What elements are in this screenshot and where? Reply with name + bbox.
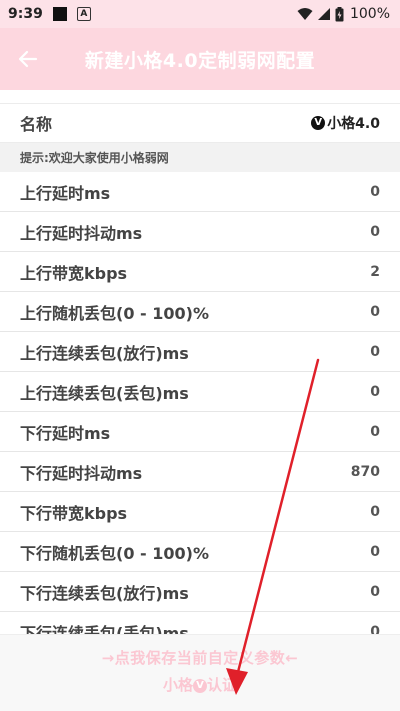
save-button[interactable]: →点我保存当前自定义参数← <box>0 647 400 668</box>
param-value: 0 <box>370 583 380 600</box>
footer: →点我保存当前自定义参数← 小格 V 认证 <box>0 634 400 711</box>
param-row-down-bandwidth[interactable]: 下行带宽kbps 0 <box>0 492 400 532</box>
app-notification-icon: A <box>76 7 91 21</box>
status-icons: 100% <box>297 6 390 22</box>
param-label: 下行连续丢包(放行)ms <box>20 583 189 603</box>
param-label: 下行延时ms <box>20 423 111 443</box>
param-row-up-random-loss[interactable]: 上行随机丢包(0 - 100)% 0 <box>0 292 400 332</box>
status-time: 9:39 <box>8 6 43 22</box>
notification-icon <box>52 7 67 21</box>
name-value: V 小格4.0 <box>311 113 380 133</box>
param-row-down-delay[interactable]: 下行延时ms 0 <box>0 412 400 452</box>
brand-prefix: 小格 <box>162 676 193 694</box>
brand-line: 小格 V 认证 <box>0 674 400 695</box>
param-value: 0 <box>370 343 380 360</box>
param-row-down-jitter[interactable]: 下行延时抖动ms 870 <box>0 452 400 492</box>
arrow-left-icon[interactable] <box>16 47 40 71</box>
hint-text: 提示:欢迎大家使用小格弱网 <box>20 151 169 165</box>
name-value-text: 小格4.0 <box>327 116 380 132</box>
battery-icon <box>335 6 344 21</box>
param-row-up-burst-pass[interactable]: 上行连续丢包(放行)ms 0 <box>0 332 400 372</box>
param-label: 上行延时抖动ms <box>20 223 143 243</box>
param-row-up-burst-drop[interactable]: 上行连续丢包(丢包)ms 0 <box>0 372 400 412</box>
param-value: 0 <box>370 383 380 400</box>
name-row[interactable]: 名称 V 小格4.0 <box>0 103 400 143</box>
name-label: 名称 <box>20 115 53 134</box>
param-row-up-jitter[interactable]: 上行延时抖动ms 0 <box>0 212 400 252</box>
signal-icon <box>317 8 330 20</box>
param-value: 0 <box>370 183 380 200</box>
param-label: 上行延时ms <box>20 183 111 203</box>
param-value: 2 <box>370 263 380 280</box>
param-row-up-delay[interactable]: 上行延时ms 0 <box>0 172 400 212</box>
status-bar: 9:39 A 100% <box>0 0 400 28</box>
param-row-down-random-loss[interactable]: 下行随机丢包(0 - 100)% 0 <box>0 532 400 572</box>
param-row-down-burst-pass[interactable]: 下行连续丢包(放行)ms 0 <box>0 572 400 612</box>
verified-v-icon: V <box>193 678 207 693</box>
hint-row: 提示:欢迎大家使用小格弱网 <box>0 143 400 172</box>
battery-percent: 100% <box>349 6 390 22</box>
app-bar: 新建小格4.0定制弱网配置 <box>0 28 400 90</box>
param-label: 下行随机丢包(0 - 100)% <box>20 543 209 563</box>
param-label: 上行连续丢包(放行)ms <box>20 343 189 363</box>
param-label: 上行连续丢包(丢包)ms <box>20 383 189 403</box>
verified-v-icon: V <box>311 116 326 130</box>
brand-suffix: 认证 <box>207 676 238 694</box>
page-title: 新建小格4.0定制弱网配置 <box>84 49 316 72</box>
param-value: 0 <box>370 543 380 560</box>
param-value: 0 <box>370 423 380 440</box>
param-value: 0 <box>370 223 380 240</box>
param-label: 上行带宽kbps <box>20 263 128 283</box>
param-row-up-bandwidth[interactable]: 上行带宽kbps 2 <box>0 252 400 292</box>
param-label: 上行随机丢包(0 - 100)% <box>20 303 209 323</box>
wifi-icon <box>297 8 313 20</box>
param-value: 0 <box>370 303 380 320</box>
param-label: 下行延时抖动ms <box>20 463 143 483</box>
param-value: 0 <box>370 503 380 520</box>
param-value: 870 <box>350 463 380 480</box>
param-label: 下行带宽kbps <box>20 503 128 523</box>
